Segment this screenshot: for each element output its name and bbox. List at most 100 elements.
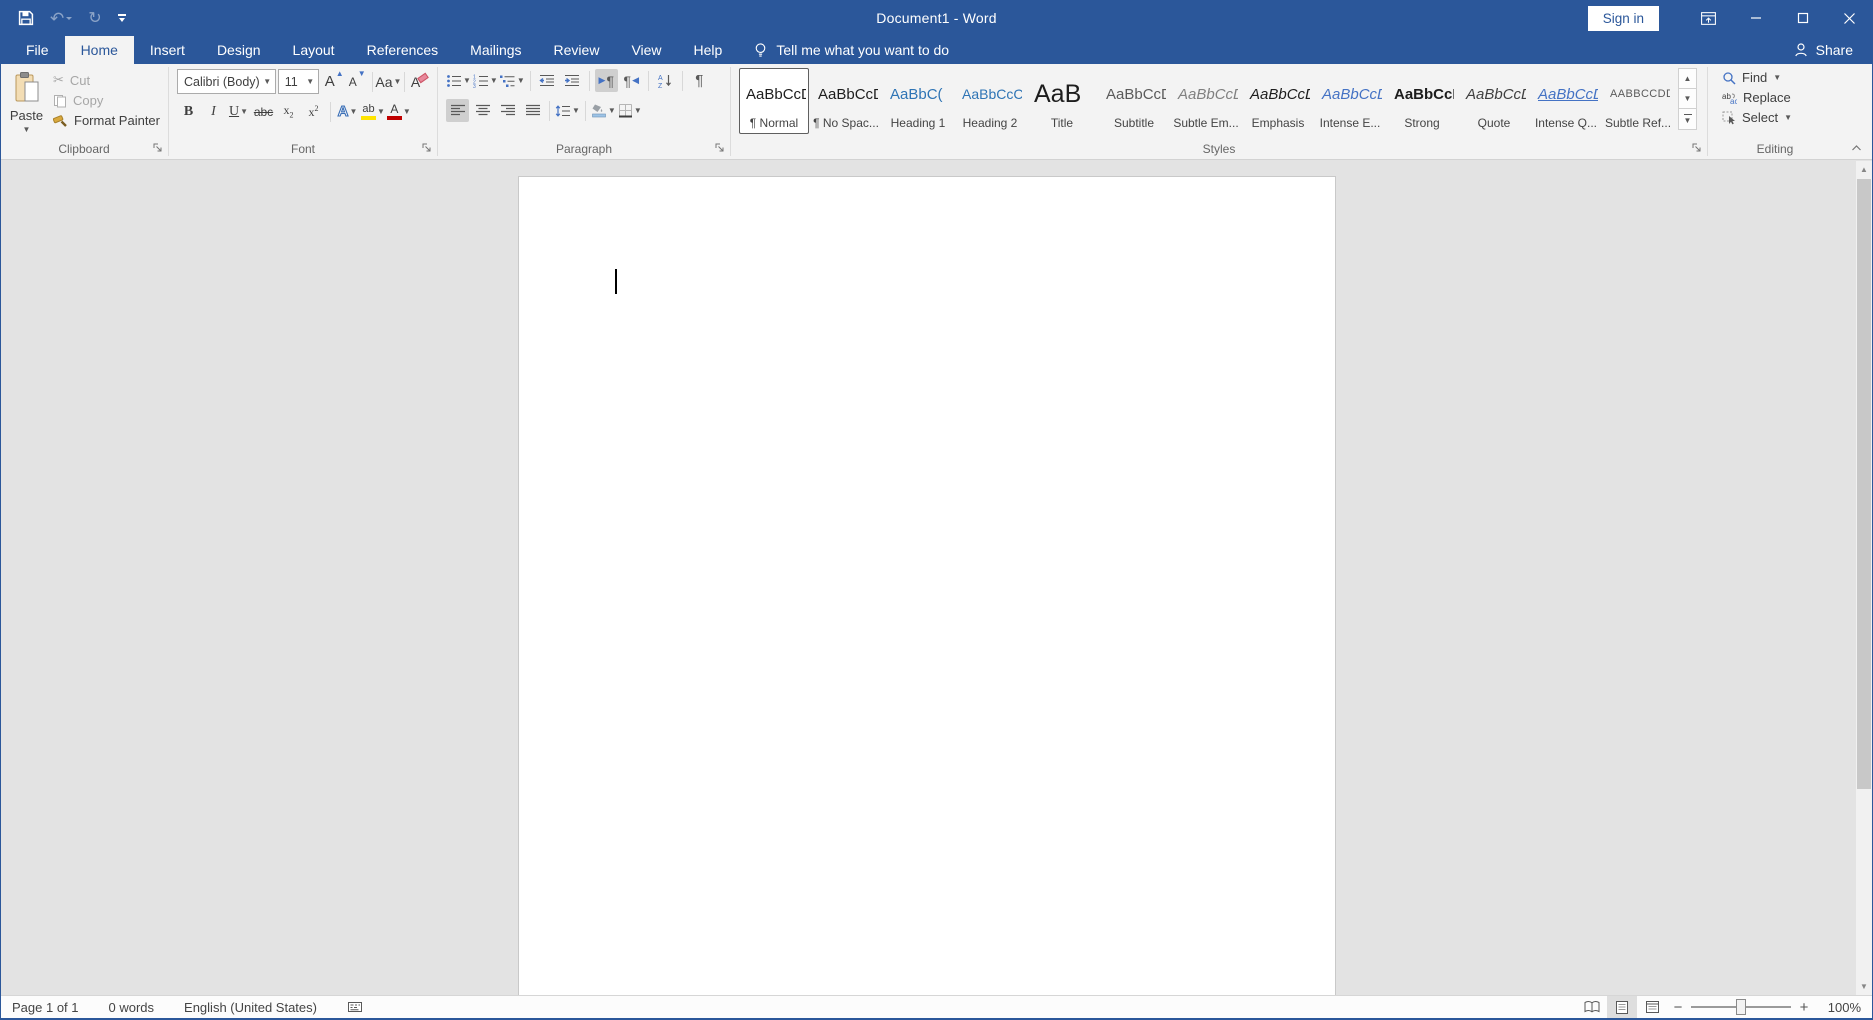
ribbon-display-options-button[interactable] [1685, 0, 1732, 36]
zoom-slider-handle[interactable] [1736, 999, 1746, 1015]
align-right-button[interactable] [496, 99, 519, 122]
shading-button[interactable]: ▼ [591, 99, 616, 122]
language-indicator[interactable]: English (United States) [184, 1000, 317, 1015]
close-button[interactable] [1826, 0, 1873, 36]
text-effects-button[interactable]: A ▼ [336, 100, 359, 123]
document-page[interactable] [518, 176, 1336, 995]
styles-scroll-up-button[interactable]: ▲ [1679, 69, 1696, 89]
document-area[interactable] [1, 161, 1856, 995]
word-count[interactable]: 0 words [109, 1000, 155, 1015]
strikethrough-button[interactable]: abc [252, 100, 275, 123]
underline-button[interactable]: U ▼ [227, 100, 250, 123]
style-quote[interactable]: AaBbCcDt Quote [1459, 68, 1529, 134]
subscript-button[interactable]: x2 [277, 100, 300, 123]
style-title[interactable]: AaB Title [1027, 68, 1097, 134]
rtl-text-direction-button[interactable]: ¶ ◀ [620, 69, 643, 92]
font-name-dropdown-icon[interactable]: ▼ [260, 70, 275, 93]
multilevel-list-button[interactable]: ▼ [500, 69, 525, 92]
collapse-ribbon-button[interactable] [1847, 140, 1865, 156]
bold-button[interactable]: B [177, 100, 200, 123]
bullets-button[interactable]: ▼ [446, 69, 471, 92]
scrollbar-thumb[interactable] [1857, 179, 1871, 789]
read-mode-button[interactable] [1577, 996, 1607, 1018]
style-subtle-emphasis[interactable]: AaBbCcDt Subtle Em... [1171, 68, 1241, 134]
maximize-button[interactable] [1779, 0, 1826, 36]
tab-file[interactable]: File [10, 36, 65, 64]
paragraph-dialog-launcher[interactable] [713, 141, 727, 155]
tell-me-box[interactable]: Tell me what you want to do [738, 36, 965, 64]
find-button[interactable]: Find ▼ [1718, 69, 1842, 86]
font-dialog-launcher[interactable] [420, 141, 434, 155]
decrease-indent-button[interactable] [536, 69, 559, 92]
vertical-scrollbar[interactable]: ▲ ▼ [1856, 161, 1872, 995]
styles-dialog-launcher[interactable] [1690, 141, 1704, 155]
style-emphasis[interactable]: AaBbCcDt Emphasis [1243, 68, 1313, 134]
italic-button[interactable]: I [202, 100, 225, 123]
page-indicator[interactable]: Page 1 of 1 [12, 1000, 79, 1015]
tab-home[interactable]: Home [65, 36, 134, 64]
numbering-button[interactable]: 123 ▼ [473, 69, 498, 92]
style-heading-1[interactable]: AaBbC( Heading 1 [883, 68, 953, 134]
zoom-level[interactable]: 100% [1815, 1000, 1861, 1015]
line-spacing-button[interactable]: ▼ [555, 99, 580, 122]
tab-help[interactable]: Help [678, 36, 739, 64]
scroll-up-button[interactable]: ▲ [1856, 161, 1872, 178]
tab-insert[interactable]: Insert [134, 36, 201, 64]
style-normal[interactable]: AaBbCcDc ¶ Normal [739, 68, 809, 134]
minimize-button[interactable] [1732, 0, 1779, 36]
zoom-in-button[interactable]: + [1793, 999, 1815, 1016]
tab-design[interactable]: Design [201, 36, 277, 64]
proofing-status-button[interactable] [347, 1000, 363, 1014]
font-color-button[interactable]: A ▼ [387, 100, 411, 123]
tab-mailings[interactable]: Mailings [454, 36, 537, 64]
style-subtle-reference[interactable]: AABBCCDD Subtle Ref... [1603, 68, 1673, 134]
increase-indent-button[interactable] [561, 69, 584, 92]
clear-formatting-button[interactable]: A [408, 70, 431, 93]
style-strong[interactable]: AaBbCcDt Strong [1387, 68, 1457, 134]
scroll-down-button[interactable]: ▼ [1856, 978, 1872, 995]
ltr-text-direction-button[interactable]: ▶ ¶ [595, 69, 618, 92]
change-case-button[interactable]: Aa ▼ [376, 70, 401, 93]
styles-scroll-down-button[interactable]: ▼ [1679, 89, 1696, 109]
replace-button[interactable]: abac Replace [1718, 89, 1842, 106]
zoom-out-button[interactable]: − [1667, 999, 1689, 1016]
style-intense-emphasis[interactable]: AaBbCcDt Intense E... [1315, 68, 1385, 134]
styles-gallery-more-button[interactable]: ▼ [1679, 109, 1696, 129]
cut-button[interactable]: ✂ Cut [49, 71, 164, 89]
shrink-font-button[interactable]: A ▼ [346, 70, 369, 93]
redo-button[interactable]: ↻ [88, 6, 101, 30]
tab-layout[interactable]: Layout [277, 36, 351, 64]
share-button[interactable]: Share [1793, 36, 1873, 64]
select-button[interactable]: Select ▼ [1718, 109, 1842, 126]
style-subtitle[interactable]: AaBbCcD Subtitle [1099, 68, 1169, 134]
style-intense-quote[interactable]: AaBbCcDt Intense Q... [1531, 68, 1601, 134]
sort-button[interactable]: AZ [654, 69, 677, 92]
print-layout-button[interactable] [1607, 996, 1637, 1018]
superscript-button[interactable]: x2 [302, 100, 325, 123]
justify-button[interactable] [521, 99, 544, 122]
show-formatting-marks-button[interactable]: ¶ [688, 69, 711, 92]
zoom-slider[interactable] [1691, 996, 1791, 1018]
align-left-button[interactable] [446, 99, 469, 122]
format-painter-button[interactable]: Format Painter [49, 112, 164, 129]
tab-view[interactable]: View [615, 36, 677, 64]
save-icon[interactable] [18, 6, 34, 30]
paste-button[interactable]: Paste ▼ [8, 67, 45, 139]
tab-review[interactable]: Review [538, 36, 616, 64]
grow-font-button[interactable]: A ▲ [323, 70, 346, 93]
copy-button[interactable]: Copy [49, 92, 164, 109]
clipboard-dialog-launcher[interactable] [151, 141, 165, 155]
align-center-button[interactable] [471, 99, 494, 122]
text-highlight-button[interactable]: ab ▼ [361, 100, 385, 123]
web-layout-button[interactable] [1637, 996, 1667, 1018]
font-size-combobox[interactable]: 11 ▼ [278, 69, 319, 94]
customize-qat-button[interactable] [118, 6, 126, 30]
style-heading-2[interactable]: AaBbCcC Heading 2 [955, 68, 1025, 134]
font-size-dropdown-icon[interactable]: ▼ [303, 70, 318, 93]
font-name-combobox[interactable]: Calibri (Body) ▼ [177, 69, 276, 94]
tab-references[interactable]: References [351, 36, 455, 64]
style-no-spacing[interactable]: AaBbCcDc ¶ No Spac... [811, 68, 881, 134]
undo-button[interactable]: ↶ [50, 6, 72, 30]
borders-button[interactable]: ▼ [618, 99, 642, 122]
sign-in-button[interactable]: Sign in [1588, 6, 1659, 31]
